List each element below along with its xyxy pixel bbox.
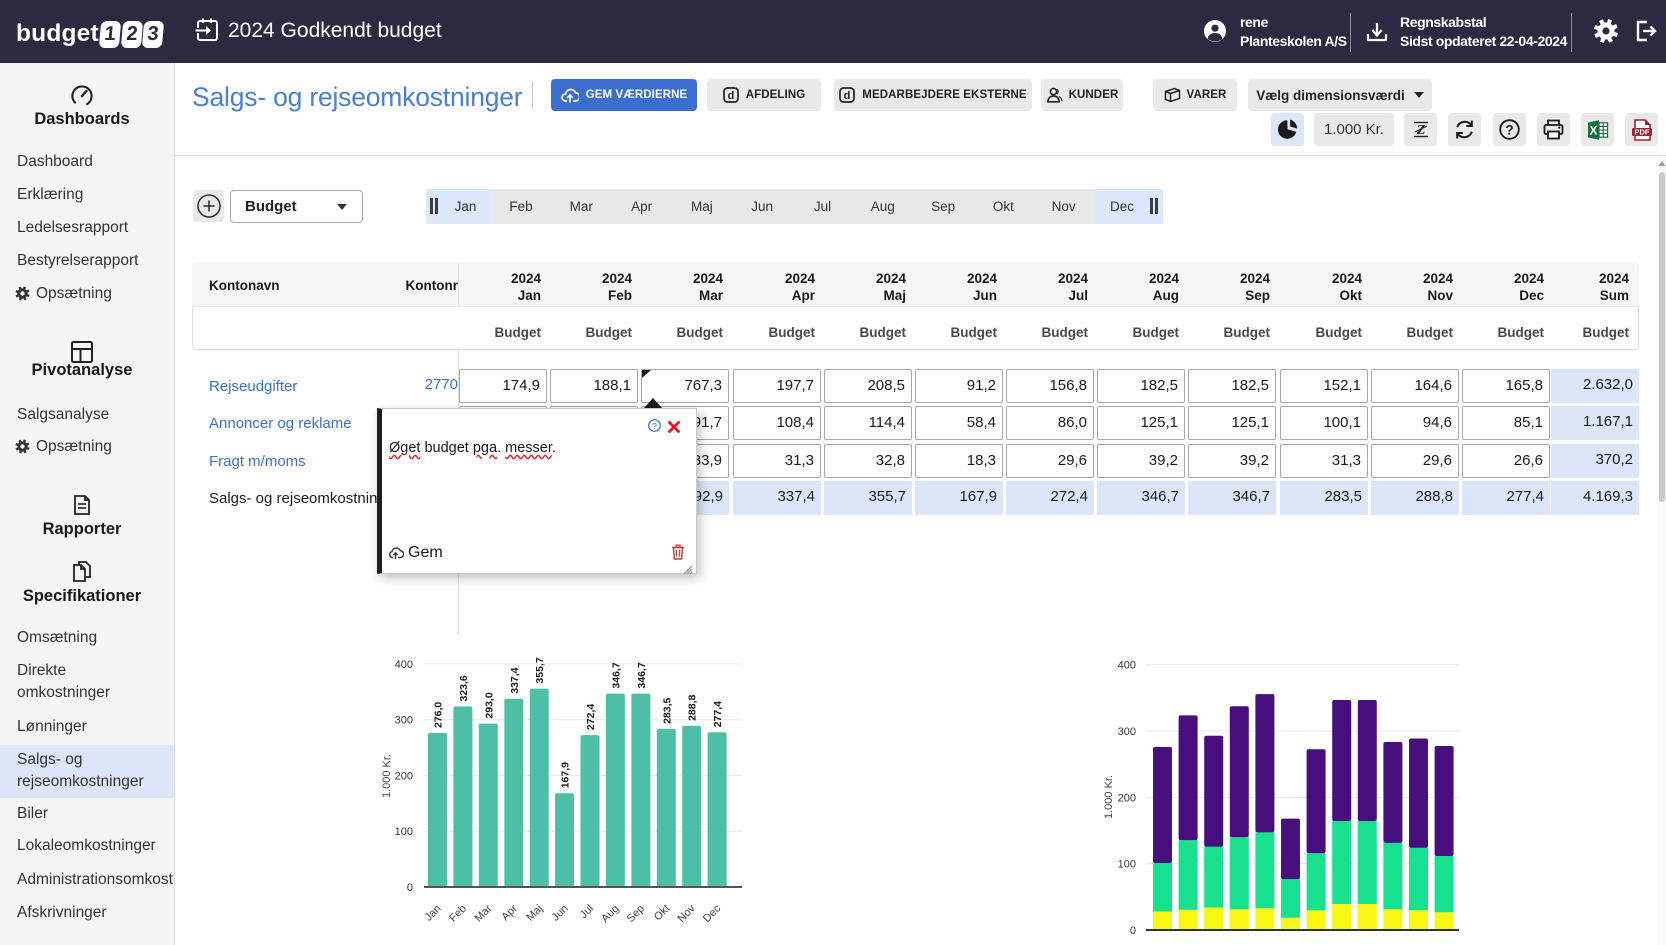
svg-text:Nov: Nov xyxy=(676,902,699,925)
svg-text:Aug: Aug xyxy=(599,903,621,925)
svg-text:400: 400 xyxy=(1118,660,1136,672)
svg-text:d: d xyxy=(727,90,734,102)
svg-text:Apr: Apr xyxy=(499,902,520,923)
svg-text:276,0: 276,0 xyxy=(433,702,445,728)
svg-text:400: 400 xyxy=(395,659,413,671)
svg-text:277,4: 277,4 xyxy=(712,701,724,727)
svg-text:288,8: 288,8 xyxy=(687,694,699,720)
svg-text:d: d xyxy=(844,90,851,102)
svg-text:323,6: 323,6 xyxy=(458,675,470,701)
svg-text:Feb: Feb xyxy=(447,903,469,925)
svg-text:300: 300 xyxy=(1118,726,1136,738)
svg-text:283,5: 283,5 xyxy=(661,697,673,723)
svg-text:Jan: Jan xyxy=(423,903,444,924)
svg-text:Okt: Okt xyxy=(652,903,673,924)
svg-text:337,4: 337,4 xyxy=(509,667,521,693)
svg-text:346,7: 346,7 xyxy=(610,662,622,688)
svg-text:1.000 Kr.: 1.000 Kr. xyxy=(381,754,393,798)
svg-text:Maj: Maj xyxy=(524,903,545,924)
svg-text:Mar: Mar xyxy=(473,902,495,924)
svg-text:Sep: Sep xyxy=(625,903,647,925)
svg-text:100: 100 xyxy=(395,826,413,838)
svg-text:100: 100 xyxy=(1118,859,1136,871)
svg-text:200: 200 xyxy=(1118,792,1136,804)
svg-text:0: 0 xyxy=(407,882,413,894)
svg-text:1.000 Kr.: 1.000 Kr. xyxy=(1103,775,1115,819)
svg-text:PDF: PDF xyxy=(1634,127,1649,136)
svg-text:300: 300 xyxy=(395,715,413,727)
svg-text:?: ? xyxy=(652,421,657,431)
svg-text:Dec: Dec xyxy=(701,902,724,925)
svg-text:167,9: 167,9 xyxy=(560,762,572,788)
svg-text:?: ? xyxy=(1505,123,1513,138)
svg-text:X: X xyxy=(1589,125,1597,137)
svg-text:272,4: 272,4 xyxy=(585,704,597,730)
svg-text:355,7: 355,7 xyxy=(534,657,546,683)
svg-text:Jun: Jun xyxy=(550,903,571,924)
svg-text:Jul: Jul xyxy=(578,903,596,921)
svg-text:346,7: 346,7 xyxy=(636,662,648,688)
svg-text:293,0: 293,0 xyxy=(483,692,495,718)
svg-text:0: 0 xyxy=(1130,925,1136,937)
svg-text:200: 200 xyxy=(395,770,413,782)
